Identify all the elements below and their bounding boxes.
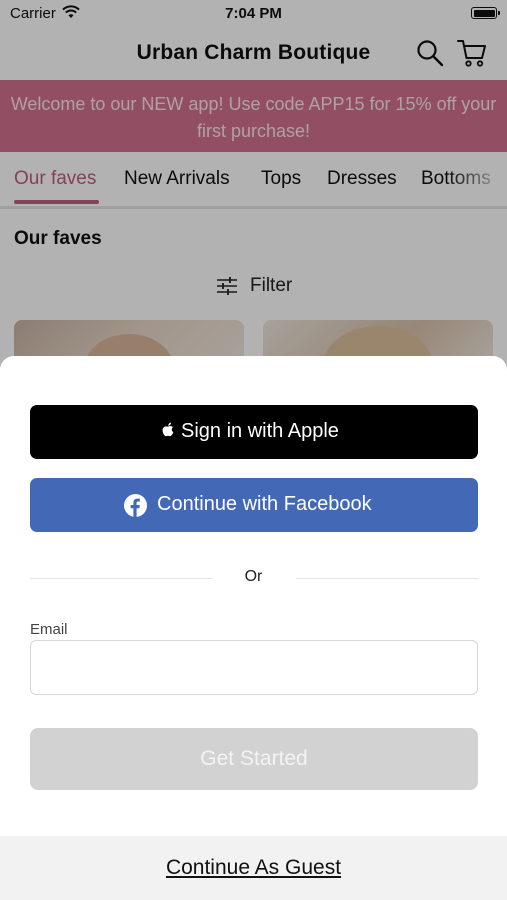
get-started-button[interactable]: Get Started [30,728,478,790]
apple-icon [162,422,174,437]
facebook-button-label: Continue with Facebook [157,493,372,515]
continue-as-guest-link[interactable]: Continue As Guest [0,856,507,880]
guest-bar: Continue As Guest [0,836,507,900]
sign-in-apple-button[interactable]: Sign in with Apple [30,405,478,459]
apple-button-label: Sign in with Apple [181,420,339,442]
sign-in-sheet: Sign in with Apple Continue with Faceboo… [0,356,507,900]
facebook-icon [124,494,147,517]
continue-facebook-button[interactable]: Continue with Facebook [30,478,478,532]
email-label: Email [30,621,68,638]
or-separator: Or [244,568,263,585]
email-field[interactable] [30,640,478,695]
divider-right [296,578,478,579]
